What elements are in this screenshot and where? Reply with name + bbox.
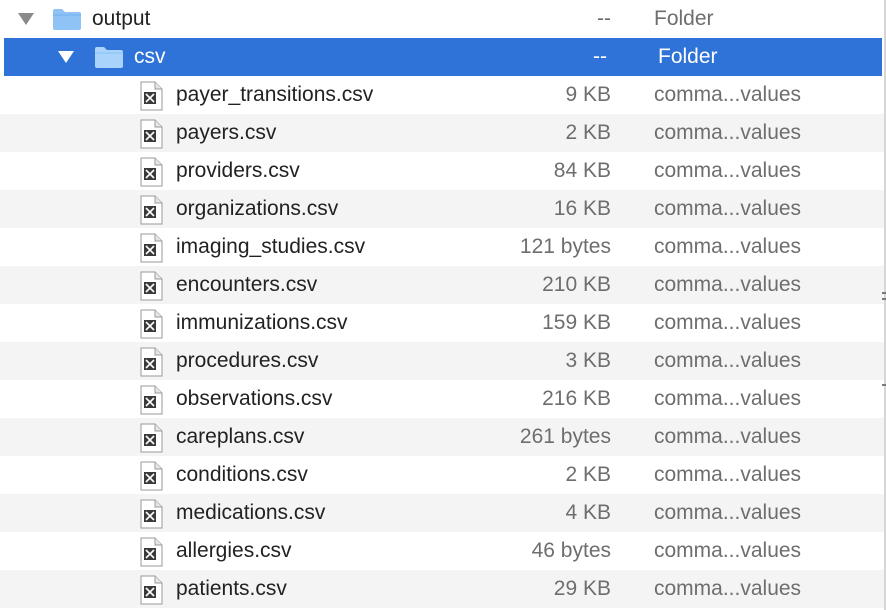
- resize-tick: [882, 298, 886, 300]
- row-size: 16 KB: [553, 197, 611, 220]
- row-size: 4 KB: [565, 501, 611, 524]
- csv-file-icon: [140, 385, 163, 415]
- row-size: 121 bytes: [519, 235, 611, 258]
- csv-file-icon: [140, 271, 163, 301]
- row-size: 46 bytes: [531, 539, 611, 562]
- file-row[interactable]: careplans.csv 261 bytes comma...values: [0, 418, 886, 456]
- row-name: output: [92, 7, 151, 30]
- row-kind: Folder: [654, 7, 714, 30]
- file-row[interactable]: payers.csv 2 KB comma...values: [0, 114, 886, 152]
- folder-icon: [53, 9, 81, 30]
- row-kind: comma...values: [654, 121, 802, 144]
- csv-file-icon: [140, 499, 163, 529]
- row-kind: comma...values: [654, 273, 802, 296]
- folder-row-csv[interactable]: csv -- Folder: [4, 38, 882, 76]
- file-row[interactable]: organizations.csv 16 KB comma...values: [0, 190, 886, 228]
- row-size: 3 KB: [565, 349, 611, 372]
- row-size: 2 KB: [565, 121, 611, 144]
- resize-tick: [882, 384, 886, 386]
- row-size: 261 bytes: [519, 425, 611, 448]
- csv-file-icon: [140, 461, 163, 491]
- file-row[interactable]: payer_transitions.csv 9 KB comma...value…: [0, 76, 886, 114]
- row-size: 159 KB: [542, 311, 611, 334]
- row-name: csv: [134, 45, 166, 68]
- row-kind: comma...values: [654, 539, 802, 562]
- row-size: 210 KB: [542, 273, 611, 296]
- csv-file-icon: [140, 195, 163, 225]
- row-name: providers.csv: [176, 159, 300, 182]
- row-size: 2 KB: [565, 463, 611, 486]
- folder-row-output[interactable]: output -- Folder: [0, 0, 886, 38]
- file-row[interactable]: providers.csv 84 KB comma...values: [0, 152, 886, 190]
- csv-file-icon: [140, 423, 163, 453]
- csv-file-icon: [140, 347, 163, 377]
- disclosure-triangle-icon[interactable]: [56, 38, 76, 76]
- file-row[interactable]: encounters.csv 210 KB comma...values: [0, 266, 886, 304]
- file-row[interactable]: patients.csv 29 KB comma...values: [0, 570, 886, 608]
- row-kind: comma...values: [654, 349, 802, 372]
- row-name: procedures.csv: [176, 349, 319, 372]
- row-size: --: [593, 45, 607, 68]
- csv-file-icon: [140, 157, 163, 187]
- row-name: allergies.csv: [176, 539, 292, 562]
- row-name: imaging_studies.csv: [176, 235, 366, 258]
- csv-file-icon: [140, 233, 163, 263]
- file-row[interactable]: allergies.csv 46 bytes comma...values: [0, 532, 886, 570]
- resize-tick: [882, 292, 886, 294]
- row-size: 84 KB: [553, 159, 611, 182]
- row-name: careplans.csv: [176, 425, 305, 448]
- row-kind: comma...values: [654, 577, 802, 600]
- file-row[interactable]: immunizations.csv 159 KB comma...values: [0, 304, 886, 342]
- row-name: organizations.csv: [176, 197, 339, 220]
- file-row[interactable]: imaging_studies.csv 121 bytes comma...va…: [0, 228, 886, 266]
- row-name: medications.csv: [176, 501, 326, 524]
- row-kind: comma...values: [654, 463, 802, 486]
- csv-file-icon: [140, 119, 163, 149]
- row-size: --: [597, 7, 611, 30]
- csv-file-icon: [140, 81, 163, 111]
- row-kind: comma...values: [654, 387, 802, 410]
- file-row[interactable]: procedures.csv 3 KB comma...values: [0, 342, 886, 380]
- row-name: payer_transitions.csv: [176, 83, 374, 106]
- file-row[interactable]: medications.csv 4 KB comma...values: [0, 494, 886, 532]
- disclosure-triangle-icon[interactable]: [16, 0, 36, 38]
- csv-file-icon: [140, 575, 163, 605]
- row-name: patients.csv: [176, 577, 287, 600]
- file-row[interactable]: conditions.csv 2 KB comma...values: [0, 456, 886, 494]
- row-name: encounters.csv: [176, 273, 318, 296]
- row-kind: comma...values: [654, 425, 802, 448]
- row-size: 29 KB: [553, 577, 611, 600]
- row-name: payers.csv: [176, 121, 277, 144]
- row-size: 216 KB: [542, 387, 611, 410]
- csv-file-icon: [140, 537, 163, 567]
- row-kind: comma...values: [654, 311, 802, 334]
- row-size: 9 KB: [565, 83, 611, 106]
- row-kind: comma...values: [654, 159, 802, 182]
- csv-file-icon: [140, 309, 163, 339]
- row-name: immunizations.csv: [176, 311, 348, 334]
- row-kind: Folder: [658, 45, 718, 68]
- folder-icon: [95, 47, 123, 68]
- file-list: output -- Folder csv -- Folder payer_tra…: [0, 0, 886, 610]
- row-kind: comma...values: [654, 83, 802, 106]
- file-row[interactable]: observations.csv 216 KB comma...values: [0, 380, 886, 418]
- row-kind: comma...values: [654, 197, 802, 220]
- row-name: conditions.csv: [176, 463, 308, 486]
- row-kind: comma...values: [654, 235, 802, 258]
- row-kind: comma...values: [654, 501, 802, 524]
- row-name: observations.csv: [176, 387, 333, 410]
